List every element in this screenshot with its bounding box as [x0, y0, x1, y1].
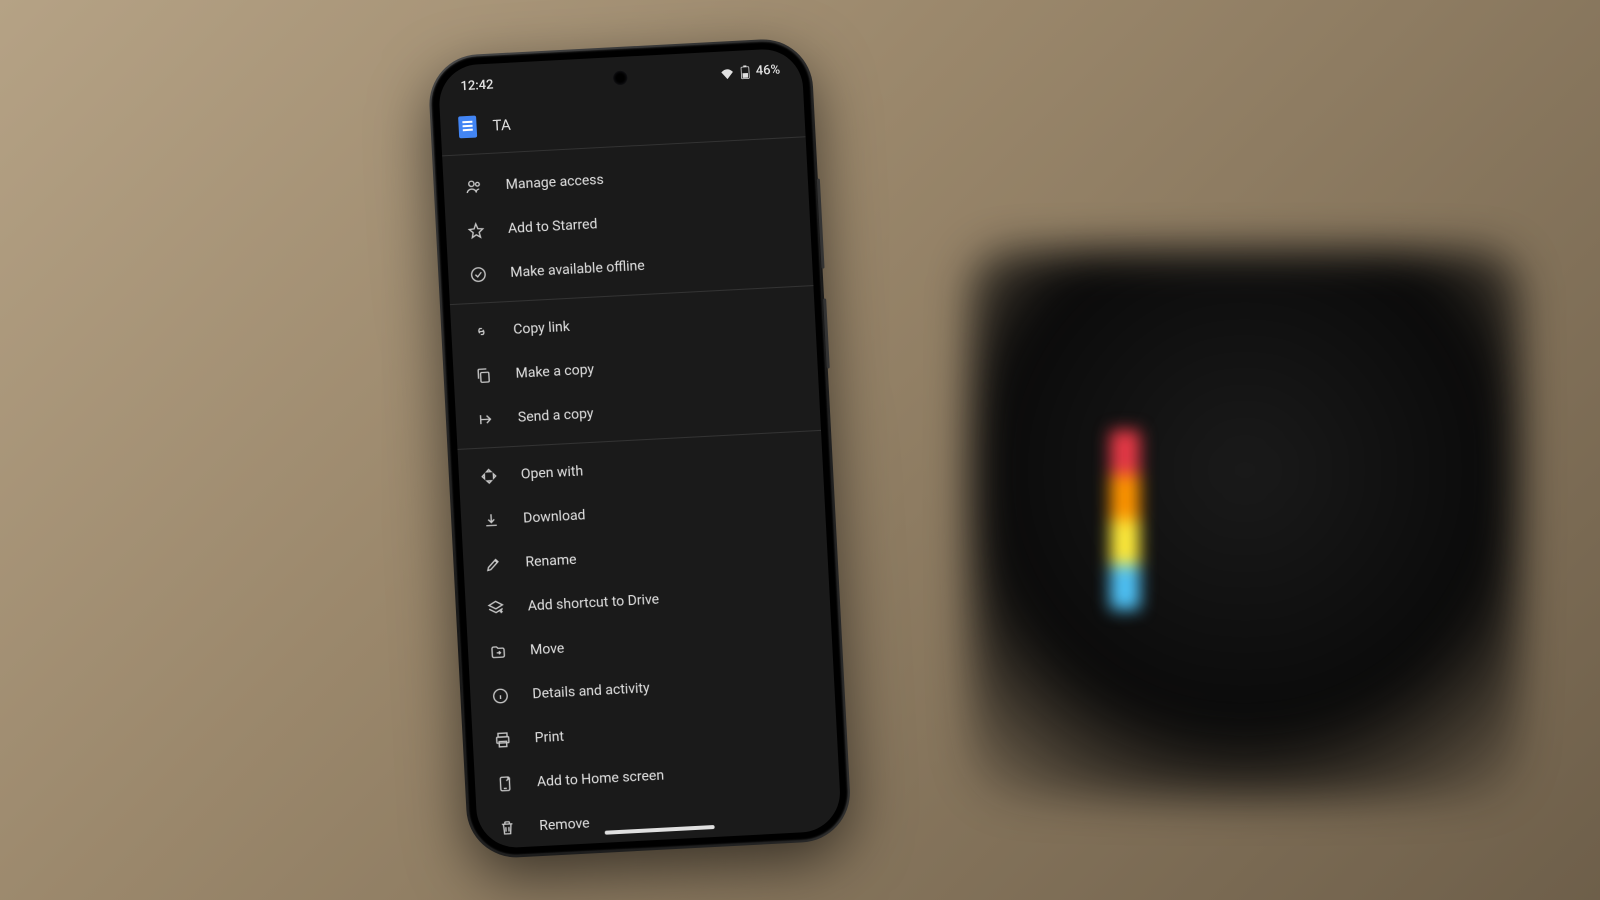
menu-section-copy: Copy link Make a copy Send a copy	[450, 286, 821, 450]
menu-item-label: Open with	[520, 463, 583, 482]
print-icon	[492, 729, 513, 750]
menu-item-label: Details and activity	[532, 680, 650, 702]
phone-frame: 12:42 46% TA	[429, 39, 850, 858]
menu-item-label: Manage access	[505, 172, 604, 193]
document-icon	[458, 115, 477, 138]
star-icon	[466, 220, 487, 241]
background-camera-blur	[970, 250, 1520, 800]
menu-item-label: Remove	[539, 816, 590, 835]
rename-icon	[483, 554, 504, 575]
homescreen-icon	[495, 773, 516, 794]
menu-item-label: Add to Home screen	[537, 768, 665, 791]
file-title: TA	[492, 116, 511, 135]
menu-item-label: Print	[534, 729, 564, 747]
move-icon	[488, 642, 509, 663]
menu-item-label: Rename	[525, 552, 577, 571]
menu-item-label: Add shortcut to Drive	[527, 592, 659, 615]
info-icon	[490, 686, 511, 707]
openwith-icon	[478, 466, 499, 487]
shortcut-icon	[485, 598, 506, 619]
battery-icon	[739, 65, 750, 80]
menu-item-label: Move	[530, 641, 565, 659]
menu-item-label: Send a copy	[518, 406, 594, 426]
download-icon	[481, 510, 502, 531]
copy-icon	[473, 365, 494, 386]
people-icon	[463, 176, 484, 197]
menu-item-label: Copy link	[513, 319, 570, 338]
trash-icon	[497, 817, 518, 838]
phone-screen: 12:42 46% TA	[437, 47, 842, 849]
status-time: 12:42	[460, 78, 494, 95]
context-menu: Manage access Add to Starred Make availa…	[442, 137, 842, 849]
link-icon	[471, 321, 492, 342]
background-stripe	[1110, 430, 1140, 610]
menu-item-label: Make available offline	[510, 258, 645, 281]
menu-item-label: Download	[523, 507, 586, 526]
offline-icon	[468, 264, 489, 285]
menu-section-actions: Open with Download Rename Add shortcut t…	[458, 431, 842, 850]
menu-section-sharing: Manage access Add to Starred Make availa…	[442, 141, 813, 305]
wifi-icon	[719, 66, 734, 79]
send-icon	[475, 409, 496, 430]
status-battery-pct: 46%	[755, 63, 780, 79]
phone-power-button	[823, 298, 830, 368]
menu-item-label: Add to Starred	[508, 216, 598, 237]
menu-item-label: Make a copy	[515, 362, 594, 382]
phone-volume-button	[817, 179, 825, 269]
